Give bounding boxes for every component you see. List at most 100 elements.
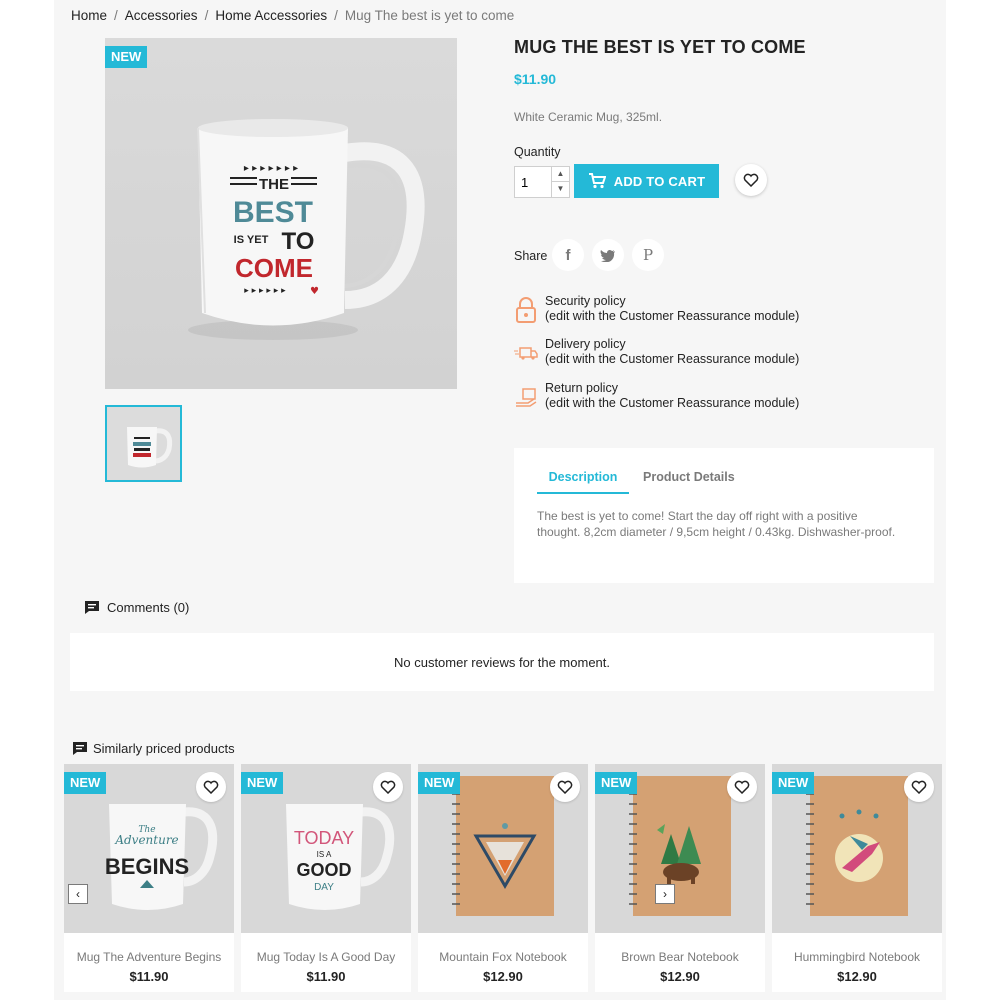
- breadcrumb-separator: /: [204, 8, 209, 23]
- breadcrumb-home[interactable]: Home: [71, 8, 107, 23]
- chevron-right-icon: ›: [663, 887, 667, 901]
- mug-thumbnail-image: [127, 427, 173, 468]
- product-card-name[interactable]: Hummingbird Notebook: [772, 950, 942, 964]
- product-card-image[interactable]: The Adventure BEGINS NEW ‹: [64, 764, 234, 933]
- description-text: The best is yet to come! Start the day o…: [537, 509, 896, 539]
- security-policy: Security policy (edit with the Customer …: [514, 294, 844, 334]
- facebook-share-button[interactable]: f: [552, 239, 584, 271]
- similar-products-heading-label: Similarly priced products: [93, 741, 235, 756]
- breadcrumb-separator: /: [334, 8, 338, 23]
- return-policy-title: Return policy: [545, 381, 618, 395]
- delivery-policy-note: (edit with the Customer Reassurance modu…: [545, 352, 800, 366]
- new-badge: NEW: [418, 772, 461, 794]
- product-thumbnail[interactable]: [105, 405, 182, 482]
- product-card-name[interactable]: Mug Today Is A Good Day: [241, 950, 411, 964]
- product-card[interactable]: NEW Hummingbird Notebook $12.90: [772, 764, 942, 992]
- heart-icon: [380, 780, 396, 794]
- svg-text:GOOD: GOOD: [296, 860, 351, 880]
- product-card-price: $12.90: [837, 969, 877, 984]
- quantity-stepper: ▲ ▼: [514, 166, 570, 198]
- twitter-share-button[interactable]: [592, 239, 624, 271]
- delivery-policy-title: Delivery policy: [545, 337, 626, 351]
- quantity-decrease-button[interactable]: ▼: [551, 182, 569, 197]
- return-policy-text: Return policy (edit with the Customer Re…: [545, 381, 799, 411]
- security-policy-note: (edit with the Customer Reassurance modu…: [545, 309, 800, 323]
- mug-illustration: ▸ ▸ ▸ ▸ ▸ ▸ ▸ THE BEST IS YET TO COME ▸ …: [188, 119, 425, 340]
- product-price: $11.90: [514, 71, 557, 87]
- svg-text:Adventure: Adventure: [114, 833, 178, 847]
- product-card-price: $11.90: [129, 969, 169, 984]
- svg-text:THE: THE: [259, 176, 289, 193]
- product-card-name[interactable]: Mountain Fox Notebook: [418, 950, 588, 964]
- heart-icon: [734, 780, 750, 794]
- page-container: Home / Accessories / Home Accessories / Mug Th…: [54, 0, 946, 1000]
- product-card-name[interactable]: Mug The Adventure Begins: [64, 950, 234, 964]
- product-card[interactable]: The Adventure BEGINS NEW ‹ Mug The Adven…: [64, 764, 234, 992]
- return-box-icon: [516, 388, 537, 407]
- comment-icon: [73, 742, 87, 755]
- carousel-next-button[interactable]: ›: [655, 884, 675, 904]
- product-main-image[interactable]: ▸ ▸ ▸ ▸ ▸ ▸ ▸ THE BEST IS YET TO COME ▸ …: [105, 38, 457, 389]
- product-card[interactable]: TODAY IS A GOOD DAY NEW Mug Today Is A G…: [241, 764, 411, 992]
- lock-icon: [516, 297, 536, 323]
- no-reviews-message: No customer reviews for the moment.: [70, 633, 934, 691]
- svg-text:IS A: IS A: [317, 850, 332, 859]
- tab-product-details[interactable]: Product Details: [643, 470, 735, 484]
- svg-text:COME: COME: [235, 253, 313, 283]
- comment-icon: [85, 601, 99, 614]
- product-title: MUG THE BEST IS YET TO COME: [514, 37, 806, 57]
- wishlist-button[interactable]: [373, 772, 403, 802]
- svg-text:IS YET: IS YET: [234, 234, 269, 246]
- quantity-label: Quantity: [514, 145, 561, 159]
- share-label: Share: [514, 249, 548, 263]
- svg-text:BEGINS: BEGINS: [105, 854, 189, 879]
- breadcrumb-current: Mug The best is yet to come: [344, 8, 515, 23]
- comments-heading-label: Comments (0): [107, 600, 190, 615]
- no-reviews-text: No customer reviews for the moment.: [393, 654, 611, 670]
- product-card-image[interactable]: NEW ›: [595, 764, 765, 933]
- new-badge: NEW: [595, 772, 638, 794]
- wishlist-button[interactable]: [735, 164, 767, 196]
- product-card-image[interactable]: TODAY IS A GOOD DAY NEW: [241, 764, 411, 933]
- product-tabs: Description Product Details The best is …: [514, 448, 934, 583]
- wishlist-button[interactable]: [727, 772, 757, 802]
- product-card[interactable]: NEW › Brown Bear Notebook $12.90: [595, 764, 765, 992]
- svg-text:DAY: DAY: [314, 882, 334, 893]
- breadcrumb-accessories[interactable]: Accessories: [125, 8, 198, 23]
- security-policy-text: Security policy (edit with the Customer …: [545, 294, 799, 324]
- product-card-image[interactable]: NEW: [418, 764, 588, 933]
- return-policy: Return policy (edit with the Customer Re…: [514, 381, 844, 421]
- product-short-description: White Ceramic Mug, 325ml.: [514, 110, 663, 124]
- svg-text:▸ ▸ ▸ ▸ ▸ ▸: ▸ ▸ ▸ ▸ ▸ ▸: [244, 286, 286, 296]
- new-badge: NEW: [241, 772, 284, 794]
- breadcrumb-separator: /: [114, 8, 118, 23]
- heart-icon: [911, 780, 927, 794]
- quantity-input[interactable]: [515, 167, 551, 197]
- breadcrumb-home-accessories[interactable]: Home Accessories: [215, 8, 327, 23]
- product-card-image[interactable]: NEW: [772, 764, 942, 933]
- wishlist-button[interactable]: [550, 772, 580, 802]
- tab-description[interactable]: Description: [537, 470, 629, 494]
- cart-icon: [588, 173, 606, 189]
- product-card-price: $11.90: [306, 969, 346, 984]
- quantity-increase-button[interactable]: ▲: [551, 167, 569, 182]
- heart-icon: [743, 173, 759, 187]
- twitter-icon: [600, 249, 615, 262]
- pinterest-icon: P: [642, 246, 654, 264]
- new-badge: NEW: [772, 772, 815, 794]
- heart-icon: [203, 780, 219, 794]
- chevron-left-icon: ‹: [76, 887, 80, 901]
- product-card-name[interactable]: Brown Bear Notebook: [595, 950, 765, 964]
- pinterest-share-button[interactable]: P: [632, 239, 664, 271]
- add-to-cart-button[interactable]: ADD TO CART: [574, 164, 719, 198]
- product-card[interactable]: NEW Mountain Fox Notebook $12.90: [418, 764, 588, 992]
- wishlist-button[interactable]: [904, 772, 934, 802]
- delivery-policy: Delivery policy (edit with the Customer …: [514, 337, 844, 377]
- wishlist-button[interactable]: [196, 772, 226, 802]
- truck-icon: [514, 347, 538, 360]
- svg-text:TO: TO: [282, 228, 315, 255]
- return-policy-note: (edit with the Customer Reassurance modu…: [545, 396, 800, 410]
- add-to-cart-label: ADD TO CART: [613, 173, 706, 189]
- carousel-prev-button[interactable]: ‹: [68, 884, 88, 904]
- facebook-icon: f: [565, 246, 571, 264]
